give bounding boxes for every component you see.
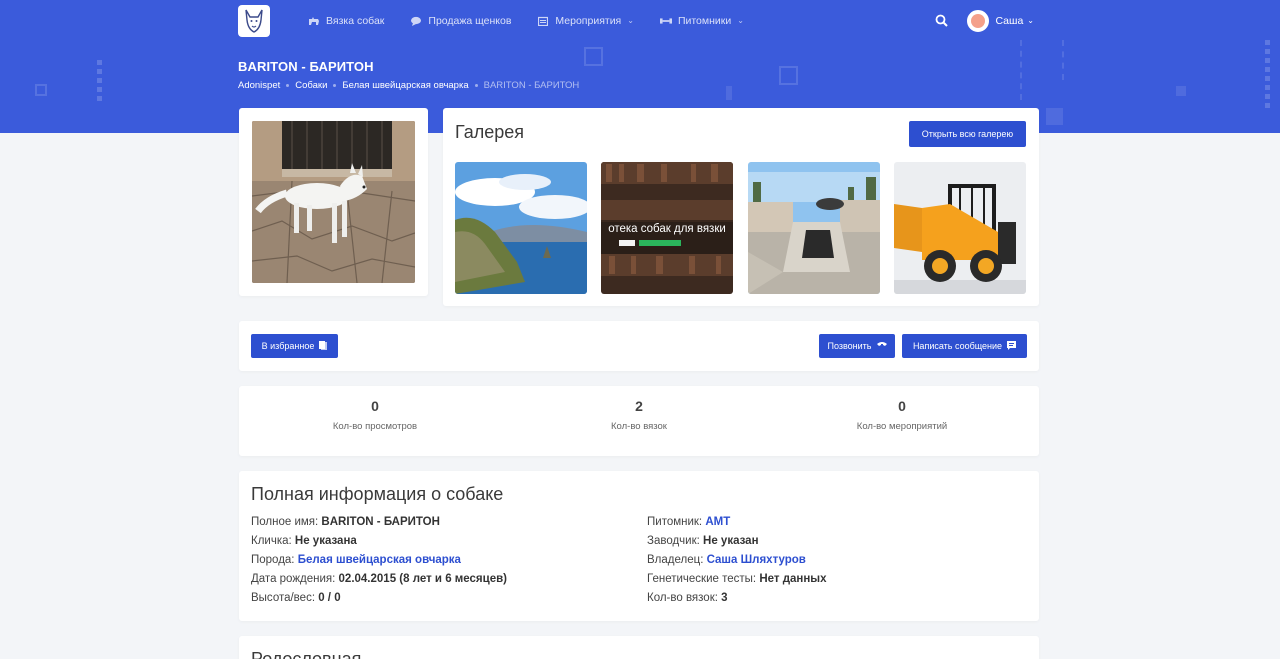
info-breed: Порода: Белая швейцарская овчарка	[251, 554, 461, 566]
info-label: Полное имя:	[251, 516, 319, 528]
pedigree-card: Родословная	[239, 636, 1039, 659]
open-gallery-button[interactable]: Открыть всю галерею	[909, 121, 1026, 147]
info-label: Дата рождения:	[251, 573, 336, 585]
dumbbell-icon	[659, 16, 672, 26]
pedigree-title: Родословная	[251, 649, 362, 659]
gallery-thumb-loader[interactable]	[894, 162, 1026, 294]
chevron-down-icon[interactable]: ⌄	[1027, 16, 1034, 25]
search-icon[interactable]	[935, 14, 949, 28]
gallery-thumb-library[interactable]: отека собак для вязки	[601, 162, 733, 294]
gallery-title: Галерея	[455, 122, 525, 142]
stats-card: 0 Кол-во просмотров 2 Кол-во вязок 0 Кол…	[239, 386, 1039, 456]
library-caption: отека собак для вязки	[608, 223, 726, 235]
breadcrumb-home[interactable]: Adonispet	[238, 80, 280, 91]
breadcrumb-dogs[interactable]: Собаки	[295, 80, 327, 91]
calendar-icon	[537, 16, 549, 26]
site-logo[interactable]	[238, 4, 270, 37]
nav-item-mating[interactable]: Вязка собак	[308, 15, 384, 27]
info-genetic-tests: Генетические тесты: Нет данных	[647, 573, 827, 585]
favorite-button[interactable]: В избранное	[251, 334, 338, 358]
nav-item-label: Питомники	[677, 14, 732, 27]
dog-photo-card	[239, 108, 428, 296]
info-label: Кол-во вязок:	[647, 592, 718, 604]
info-value: 3	[721, 592, 728, 604]
info-label: Высота/вес:	[251, 592, 316, 604]
info-kennel: Питомник: AMT	[647, 516, 730, 528]
info-label: Порода:	[251, 554, 295, 566]
info-label: Питомник:	[647, 516, 703, 528]
info-label: Кличка:	[251, 535, 292, 547]
nav-item-kennels[interactable]: Питомники ⌄	[659, 14, 744, 27]
stat-views: 0 Кол-во просмотров	[243, 398, 507, 432]
breadcrumb: Adonispet Собаки Белая швейцарская овчар…	[238, 80, 579, 91]
stat-matings: 2 Кол-во вязок	[507, 398, 771, 432]
favorite-button-label: В избранное	[261, 341, 315, 351]
actions-card: В избранное Позвонить Написать сообщение	[239, 321, 1039, 371]
info-title: Полная информация о собаке	[251, 484, 504, 504]
info-breeder: Заводчик: Не указан	[647, 535, 759, 547]
nav-item-events[interactable]: Мероприятия ⌄	[537, 15, 634, 27]
breadcrumb-breed[interactable]: Белая швейцарская овчарка	[342, 80, 468, 91]
stat-value: 2	[635, 398, 643, 414]
chevron-down-icon: ⌄	[627, 16, 634, 25]
gallery-thumb-street[interactable]	[748, 162, 880, 294]
page-title: BARITON - БАРИТОН	[238, 59, 374, 74]
call-button-label: Позвонить	[827, 341, 872, 351]
stat-label: Кол-во мероприятий	[856, 421, 948, 432]
nav-item-label: Вязка собак	[326, 14, 385, 27]
info-mating-count: Кол-во вязок: 3	[647, 592, 728, 604]
info-height-weight: Высота/вес: 0 / 0	[251, 592, 341, 604]
info-label: Генетические тесты:	[647, 573, 757, 585]
avatar[interactable]	[967, 9, 990, 32]
call-button[interactable]: Позвонить	[819, 334, 895, 358]
dog-photo[interactable]	[252, 121, 415, 283]
nav-item-label: Мероприятия	[555, 14, 622, 27]
info-full-name: Полное имя: BARITON - БАРИТОН	[251, 516, 440, 528]
info-value: 02.04.2015 (8 лет и 6 месяцев)	[338, 573, 508, 585]
bookmark-icon	[319, 340, 328, 352]
gallery-thumb-coast[interactable]	[455, 162, 587, 294]
stat-label: Кол-во просмотров	[332, 421, 418, 432]
message-button[interactable]: Написать сообщение	[902, 334, 1027, 358]
info-value: Не указана	[294, 535, 357, 547]
stat-events: 0 Кол-во мероприятий	[770, 398, 1034, 432]
dog-logo-icon	[245, 9, 263, 33]
gallery-card: Галерея Открыть всю галерею отека собак …	[443, 108, 1039, 306]
dog-icon	[308, 16, 320, 26]
chevron-down-icon: ⌄	[737, 16, 744, 25]
info-birth-date: Дата рождения: 02.04.2015 (8 лет и 6 мес…	[251, 573, 507, 585]
stat-value: 0	[371, 398, 379, 414]
info-label: Владелец:	[647, 554, 704, 566]
breed-link[interactable]: Белая швейцарская овчарка	[298, 554, 461, 566]
info-value: BARITON - БАРИТОН	[321, 516, 440, 528]
user-name[interactable]: Саша	[995, 15, 1023, 27]
top-navbar: Вязка собак Продажа щенков Мероприятия ⌄…	[238, 4, 1034, 37]
breadcrumb-current: BARITON - БАРИТОН	[483, 80, 580, 91]
chat-bubble-icon	[410, 16, 422, 26]
kennel-link[interactable]: AMT	[705, 516, 730, 528]
nav-item-label: Продажа щенков	[428, 14, 512, 27]
stat-label: Кол-во вязок	[611, 421, 667, 432]
message-icon	[1007, 340, 1017, 352]
nav-item-puppies[interactable]: Продажа щенков	[410, 15, 511, 27]
info-value: Нет данных	[759, 573, 827, 585]
info-nickname: Кличка: Не указана	[251, 535, 357, 547]
info-owner: Владелец: Саша Шляхтуров	[647, 554, 806, 566]
stat-value: 0	[898, 398, 906, 414]
message-button-label: Написать сообщение	[912, 341, 1003, 351]
info-label: Заводчик:	[647, 535, 700, 547]
info-value: 0 / 0	[318, 592, 341, 604]
info-value: Не указан	[703, 535, 759, 547]
dog-info-card: Полная информация о собаке Полное имя: B…	[239, 471, 1039, 621]
phone-icon	[876, 341, 887, 351]
owner-link[interactable]: Саша Шляхтуров	[707, 554, 806, 566]
